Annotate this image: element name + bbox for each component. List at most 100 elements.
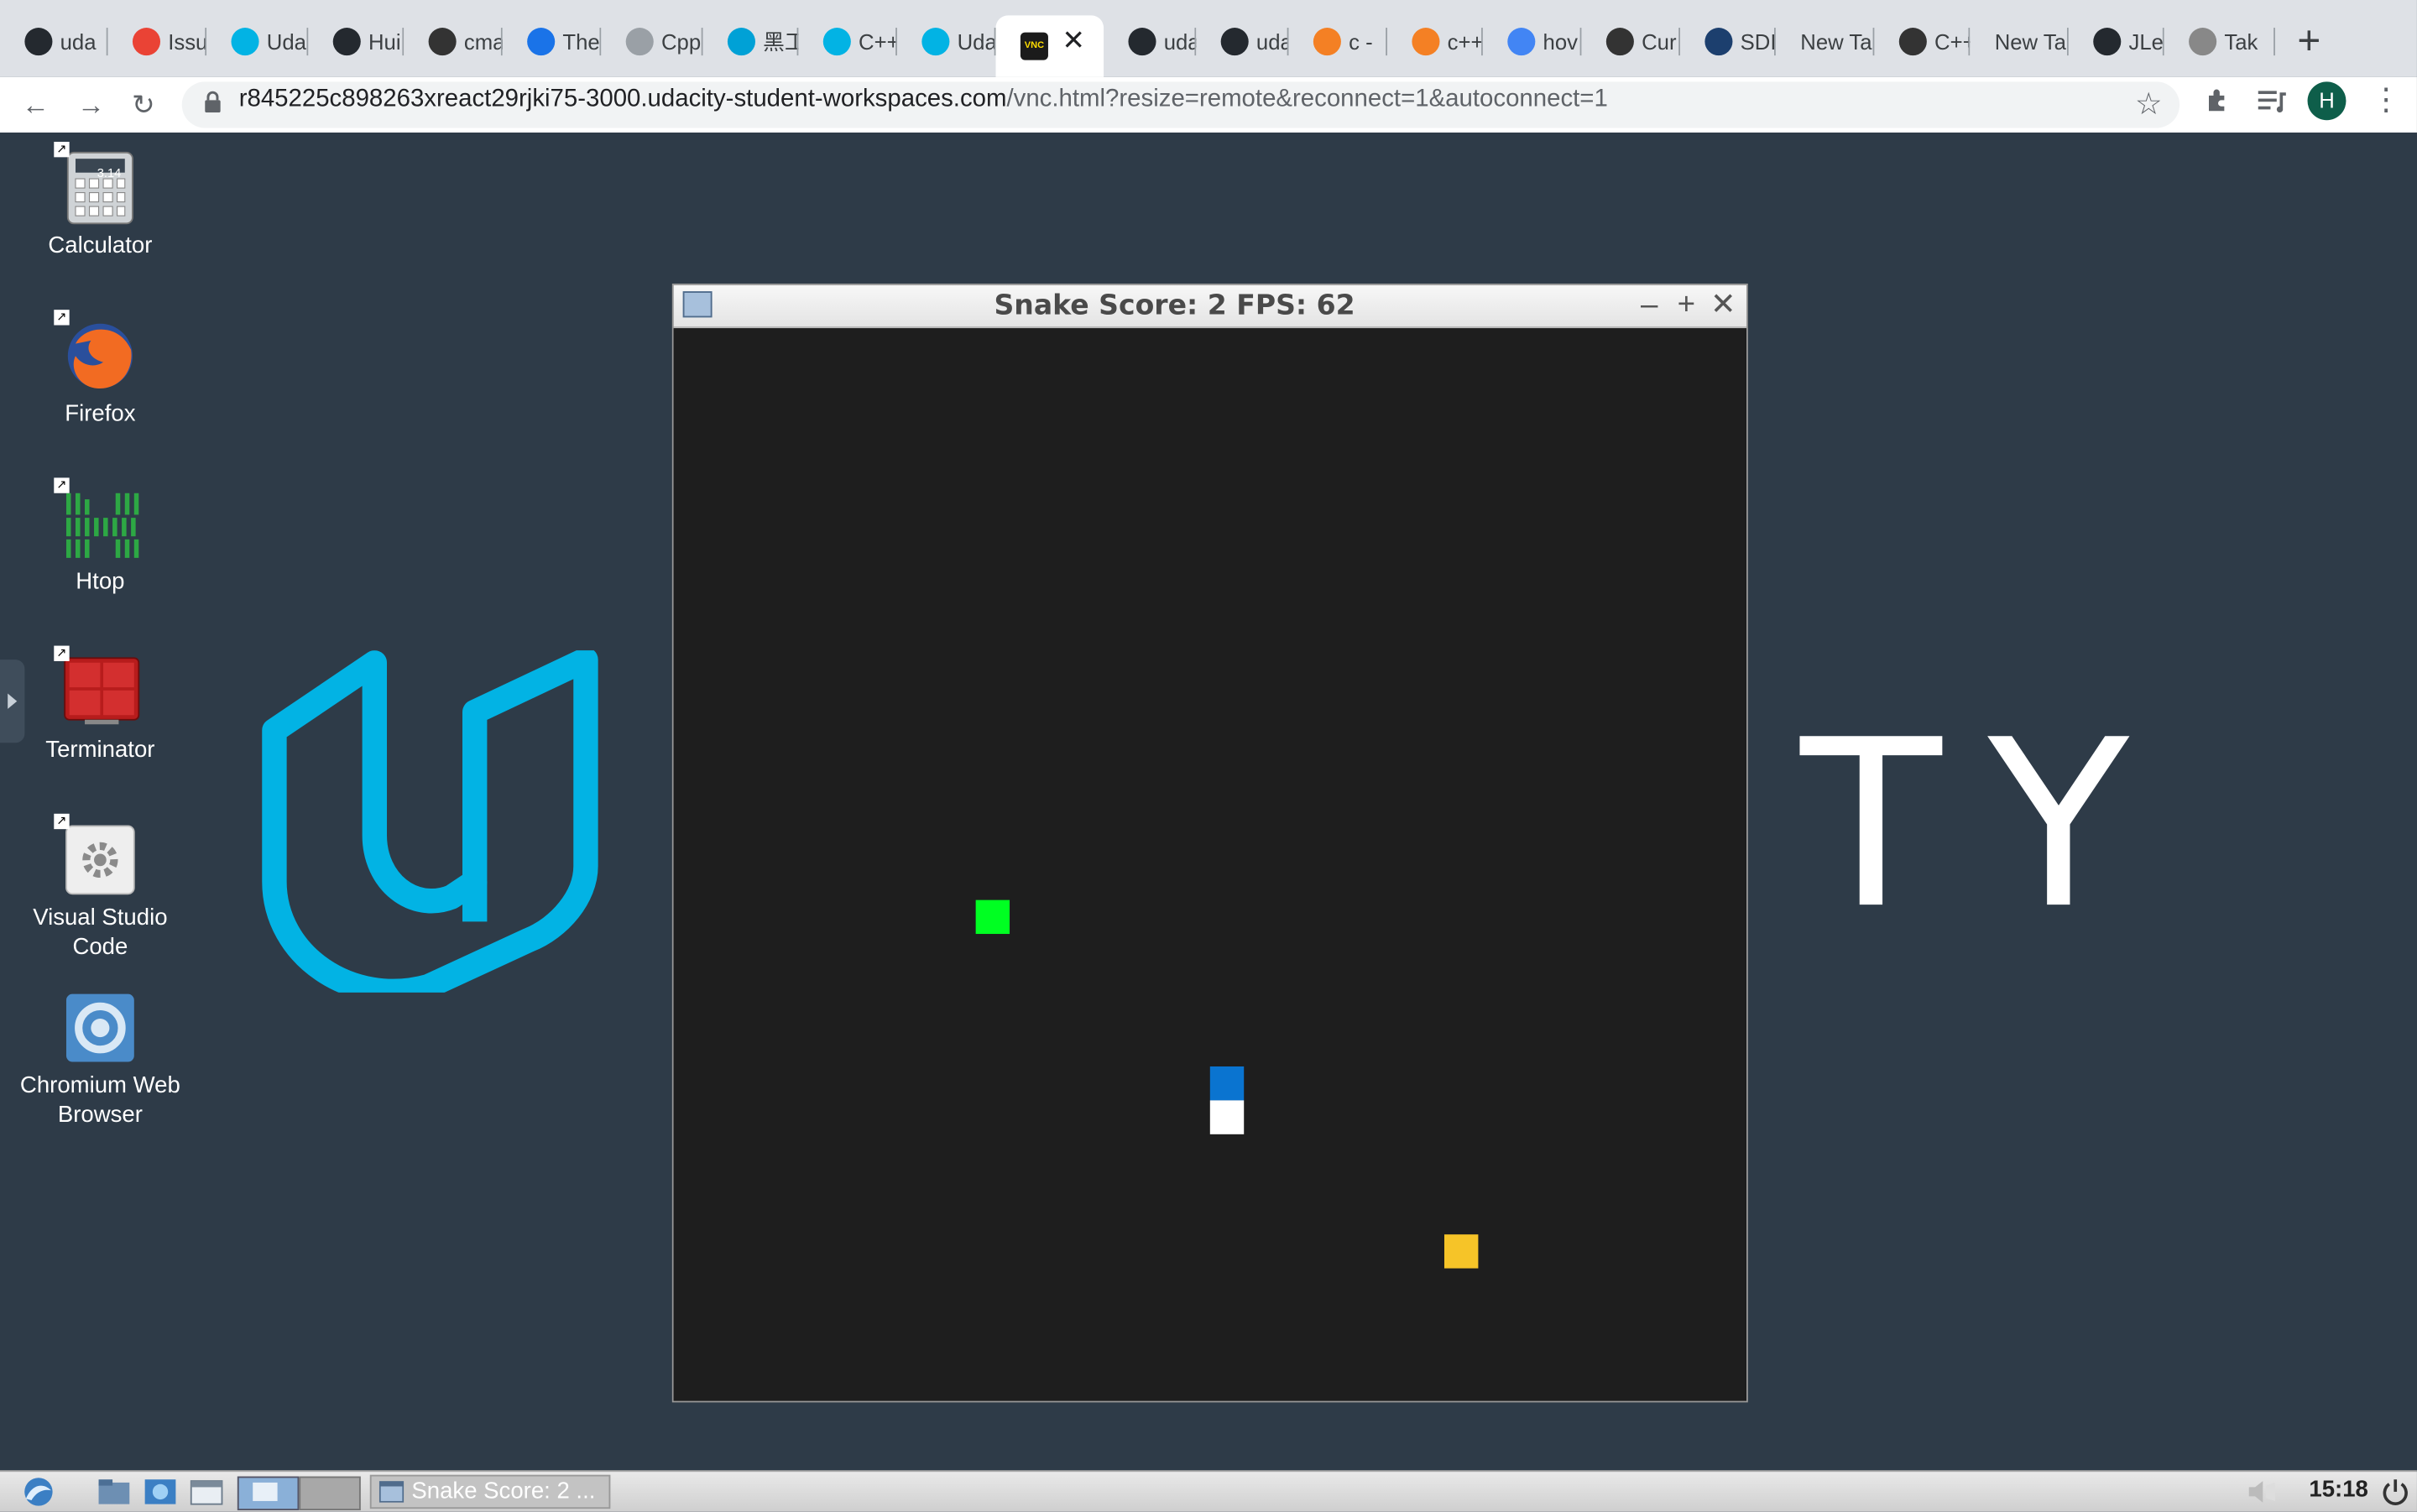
back-button[interactable]: ← bbox=[15, 85, 55, 125]
snake-head bbox=[1209, 1066, 1245, 1101]
browser-tab[interactable]: 黑工 bbox=[703, 15, 799, 67]
url-path: /vnc.html?resize=remote&reconnect=1&auto… bbox=[1006, 86, 1608, 113]
browser-tab[interactable]: uda bbox=[1196, 15, 1289, 67]
tab-separator bbox=[2273, 28, 2275, 56]
browser-tab[interactable]: New Ta bbox=[1776, 15, 1875, 67]
browser-tab-label: c - bbox=[1349, 29, 1373, 55]
minimize-button[interactable]: – bbox=[1634, 288, 1665, 321]
snake-body-segment bbox=[1209, 1100, 1245, 1134]
vnc-icon: VNC bbox=[1020, 32, 1048, 60]
taskbar-window-button[interactable]: Snake Score: 2 ... bbox=[369, 1474, 611, 1509]
close-button[interactable]: ✕ bbox=[1708, 288, 1739, 321]
browser-tab[interactable]: JLe bbox=[2069, 15, 2164, 67]
desktop-icon-vscode[interactable]: ↗ Visual Studio Code bbox=[8, 813, 192, 962]
browser-tab-label: Tak bbox=[2224, 29, 2258, 55]
extensions-puzzle-icon[interactable] bbox=[2204, 86, 2232, 114]
profile-avatar[interactable]: H bbox=[2307, 81, 2347, 121]
window-title: Snake Score: 2 FPS: 62 bbox=[994, 289, 1355, 322]
address-url[interactable]: r845225c898263xreact29rjki75-3000.udacit… bbox=[239, 86, 1608, 114]
desktop-icon-label: Chromium Web Browser bbox=[19, 1072, 180, 1129]
browser-tab[interactable]: Cpp bbox=[601, 15, 703, 67]
new-tab-button[interactable]: + bbox=[2290, 20, 2327, 60]
forward-button[interactable]: → bbox=[70, 85, 111, 125]
browser-tab[interactable]: Uda bbox=[206, 15, 309, 67]
desktop-icon-label: Calculator bbox=[48, 232, 153, 259]
browser-tab-label: New Ta bbox=[1800, 29, 1872, 55]
power-icon[interactable] bbox=[2380, 1477, 2411, 1508]
browser-tab[interactable]: C++ bbox=[1874, 15, 1971, 67]
workspace-1[interactable] bbox=[237, 1476, 300, 1510]
desktop-icon-calculator[interactable]: ↗ 3.14 Calculator bbox=[8, 141, 192, 260]
browser-tab[interactable]: cma bbox=[404, 15, 503, 67]
browser-tab[interactable]: Hui bbox=[308, 15, 405, 67]
github-icon bbox=[24, 28, 53, 56]
maximize-button[interactable]: + bbox=[1671, 288, 1702, 321]
browser-tab-label: Uda bbox=[266, 29, 306, 55]
taskbar-window-label: Snake Score: 2 ... bbox=[411, 1478, 596, 1504]
snake-food bbox=[975, 899, 1010, 935]
udacity-icon bbox=[921, 28, 950, 56]
cmake-icon bbox=[428, 28, 457, 56]
browser-tab[interactable]: c - bbox=[1288, 15, 1388, 67]
mp-icon bbox=[527, 28, 556, 56]
github-icon bbox=[332, 28, 361, 56]
desktop-icon-chromium[interactable]: Chromium Web Browser bbox=[8, 991, 192, 1129]
browser-tab[interactable]: The bbox=[503, 15, 602, 67]
browser-tab-strip: uda Issu Uda Hui cma The Cpp 黑工 C++ Uda VNC ✕ uda uda… bbox=[0, 0, 2417, 77]
stackoverflow-icon bbox=[1313, 28, 1341, 56]
desktop-icon-terminator[interactable]: ↗ Terminator bbox=[8, 645, 192, 764]
browser-tab[interactable]: Uda bbox=[897, 15, 996, 67]
network-icon[interactable] bbox=[142, 1477, 179, 1508]
cplusplus-icon bbox=[1898, 28, 1927, 56]
browser-tab[interactable]: Tak bbox=[2164, 15, 2275, 67]
show-desktop-icon[interactable] bbox=[188, 1477, 225, 1508]
browser-tab[interactable]: New Ta bbox=[1970, 15, 2069, 67]
volume-icon[interactable] bbox=[2244, 1477, 2278, 1508]
udacity-icon bbox=[231, 28, 259, 56]
firefox-icon: ↗ bbox=[54, 310, 137, 393]
snake-game-window: Snake Score: 2 FPS: 62 – + ✕ bbox=[671, 283, 1748, 1403]
browser-tab[interactable]: VNC ✕ bbox=[995, 15, 1104, 77]
desktop-icon-label: Htop bbox=[76, 568, 125, 595]
browser-tab-label: uda bbox=[60, 29, 97, 55]
calculator-display: 3.14 bbox=[97, 166, 122, 180]
desktop-icon-htop[interactable]: ↗ Htop bbox=[8, 477, 192, 596]
browser-tab[interactable]: Issu bbox=[108, 15, 207, 67]
bookmark-star-icon[interactable]: ☆ bbox=[2135, 85, 2163, 123]
desktop-icon-firefox[interactable]: ↗ Firefox bbox=[8, 310, 192, 428]
taskbar: Snake Score: 2 ... 15:18 bbox=[0, 1470, 2417, 1512]
close-tab-icon[interactable]: ✕ bbox=[1062, 24, 1085, 57]
file-manager-icon[interactable] bbox=[96, 1477, 133, 1508]
gmail-icon bbox=[132, 28, 161, 56]
browser-tab-label: Issu bbox=[168, 29, 207, 55]
desktop-icon-label: Firefox bbox=[65, 400, 136, 427]
apple-icon bbox=[2189, 28, 2217, 56]
browser-tab[interactable]: C++ bbox=[798, 15, 897, 67]
browser-tab-label: Cpp bbox=[660, 29, 702, 55]
game-canvas[interactable] bbox=[673, 328, 1746, 1401]
browser-tab[interactable]: c++ bbox=[1387, 15, 1483, 67]
browser-tab-label: SDI bbox=[1740, 29, 1776, 55]
browser-tab[interactable]: uda bbox=[1104, 15, 1197, 67]
browser-tab-label: hov bbox=[1543, 29, 1579, 55]
taskbar-clock[interactable]: 15:18 bbox=[2309, 1477, 2367, 1503]
terminator-icon: ↗ bbox=[54, 645, 140, 729]
sdl-icon bbox=[1704, 28, 1733, 56]
window-titlebar[interactable]: Snake Score: 2 FPS: 62 – + ✕ bbox=[673, 284, 1746, 329]
browser-tab[interactable]: Cur bbox=[1581, 15, 1681, 67]
browser-menu-icon[interactable]: ⋮ bbox=[2371, 81, 2402, 118]
browser-tab-label: C++ bbox=[859, 29, 897, 55]
panel-expand-handle[interactable] bbox=[0, 660, 25, 743]
lock-icon bbox=[205, 91, 221, 113]
browser-tab-label: uda bbox=[1163, 29, 1197, 55]
browser-tab-label: 黑工 bbox=[763, 29, 798, 55]
browser-tab[interactable]: uda bbox=[0, 15, 108, 67]
media-queue-icon[interactable] bbox=[2257, 88, 2288, 113]
workspace-2[interactable] bbox=[299, 1476, 361, 1510]
bonus-food bbox=[1443, 1234, 1479, 1269]
bilibili-icon bbox=[727, 28, 755, 56]
start-menu-icon[interactable] bbox=[15, 1477, 61, 1508]
browser-tab[interactable]: SDI bbox=[1680, 15, 1776, 67]
browser-tab[interactable]: hov bbox=[1483, 15, 1582, 67]
reload-button[interactable]: ↻ bbox=[123, 85, 164, 125]
